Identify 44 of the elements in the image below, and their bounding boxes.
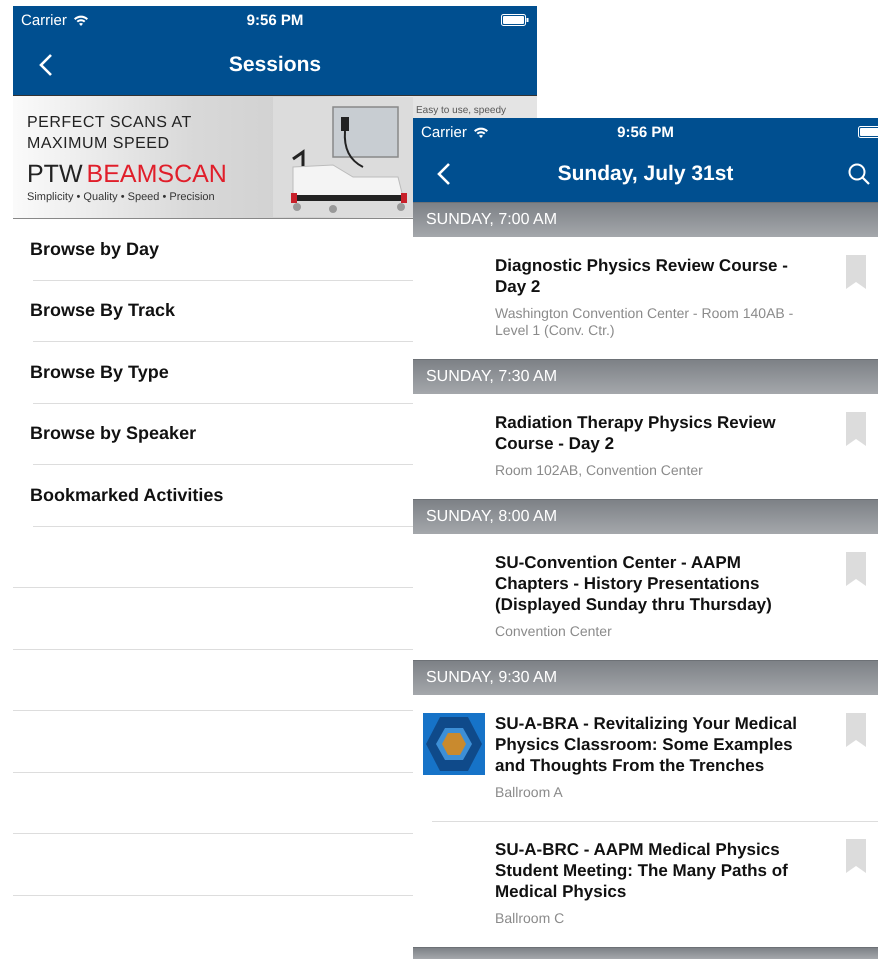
- bookmark-icon[interactable]: [846, 412, 866, 446]
- search-icon[interactable]: [848, 163, 870, 185]
- menu-item[interactable]: Browse by Day: [30, 238, 160, 260]
- carrier-label: Carrier: [21, 12, 67, 28]
- session-title[interactable]: SU-A-BRA - Revitalizing Your Medical Physics Classroom: Some Examples and Thoughts From the Trenches: [495, 713, 815, 776]
- bookmark-icon[interactable]: [846, 552, 866, 586]
- status-time: 9:56 PM: [246, 12, 304, 28]
- ad-side-text: Easy to use, speedy: [416, 105, 508, 117]
- session-title[interactable]: SU-Convention Center - AAPM Chapters - History Presentations (Displayed Sunday thru Thursday): [495, 552, 815, 615]
- ad-headline: PERFECT SCANS AT: [27, 112, 193, 132]
- carrier-label: Carrier: [421, 124, 467, 140]
- back-icon[interactable]: [39, 52, 53, 76]
- session-title[interactable]: SU-A-BRC - AAPM Medical Physics Student Meeting: The Many Paths of Medical Physics: [495, 839, 815, 902]
- bookmark-icon[interactable]: [846, 713, 866, 747]
- session-location: Ballroom A: [495, 784, 564, 801]
- brand-name: BEAMSCAN: [86, 160, 227, 188]
- session-location: Convention Center: [495, 623, 613, 640]
- menu-item[interactable]: Browse By Type: [30, 362, 169, 383]
- battery-icon: [501, 14, 529, 26]
- menu-item[interactable]: Browse By Track: [30, 300, 176, 322]
- session-location: Washington Convention Center - Room 140AB - Level 1 (Conv. Ctr.): [495, 305, 794, 339]
- ad-banner[interactable]: PERFECT SCANS AT MAXIMUM SPEED PTW BEAMSCAN Simplicity • Quality • Speed • Precision: [13, 95, 413, 219]
- session-location: Room 102AB, Convention Center: [495, 462, 704, 479]
- status-time: 9:56 PM: [617, 124, 674, 140]
- ad-headline: MAXIMUM SPEED: [27, 134, 171, 154]
- section-header: SUNDAY, 9:30 AM: [413, 660, 878, 695]
- screen-title: Sunday, July 31st: [558, 162, 734, 186]
- bookmark-icon[interactable]: [846, 839, 866, 873]
- back-icon[interactable]: [437, 162, 451, 186]
- ad-tagline: Simplicity • Quality • Speed • Precision: [27, 190, 216, 202]
- brand-prefix: PTW: [27, 160, 83, 188]
- section-header: SUNDAY, 7:30 AM: [413, 359, 878, 394]
- menu-item[interactable]: Bookmarked Activities: [30, 484, 224, 506]
- session-title[interactable]: Diagnostic Physics Review Course - Day 2: [495, 255, 815, 297]
- screen-title: Sessions: [228, 52, 322, 76]
- session-title[interactable]: Radiation Therapy Physics Review Course - Day 2: [495, 412, 815, 454]
- wifi-icon: [472, 126, 489, 138]
- section-header: SUNDAY, 7:00 AM: [413, 202, 878, 237]
- menu-item[interactable]: Browse by Speaker: [30, 423, 196, 444]
- section-header: SUNDAY, 8:00 AM: [413, 499, 878, 534]
- battery-icon: [858, 126, 878, 138]
- session-location: Ballroom C: [495, 910, 566, 927]
- bookmark-icon[interactable]: [846, 255, 866, 289]
- wifi-icon: [72, 14, 89, 26]
